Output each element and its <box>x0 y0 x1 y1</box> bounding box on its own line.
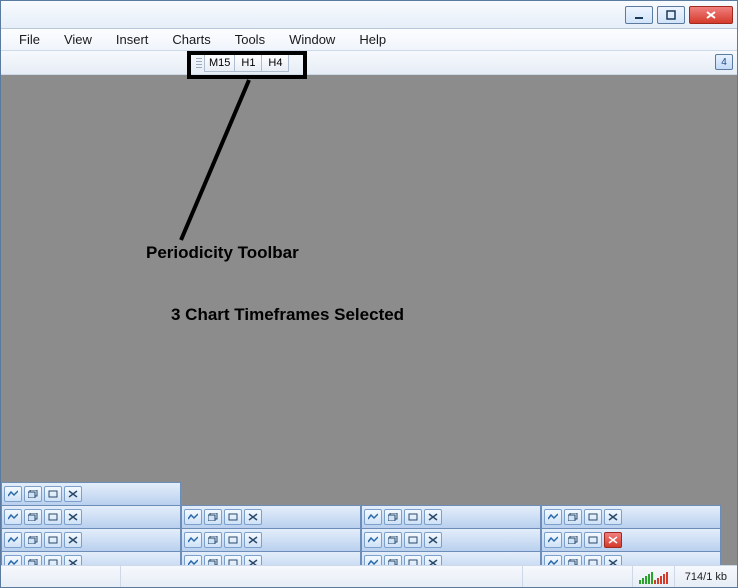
maximize-icon[interactable] <box>584 509 602 525</box>
mdi-tab[interactable] <box>1 551 181 565</box>
chart-count-badge[interactable]: 4 <box>715 54 733 70</box>
timeframe-m15[interactable]: M15 <box>204 54 235 72</box>
chart-icon <box>544 532 562 548</box>
maximize-icon[interactable] <box>44 532 62 548</box>
status-segment <box>523 566 633 587</box>
menu-charts[interactable]: Charts <box>160 30 222 49</box>
close-icon[interactable] <box>64 555 82 565</box>
mdi-tab-active[interactable] <box>541 528 721 552</box>
maximize-icon[interactable] <box>44 555 62 565</box>
maximize-icon[interactable] <box>44 486 62 502</box>
toolbar-grip-icon[interactable] <box>195 54 203 72</box>
menu-view[interactable]: View <box>52 30 104 49</box>
mdi-tab[interactable] <box>361 551 541 565</box>
menu-insert[interactable]: Insert <box>104 30 161 49</box>
close-button[interactable] <box>689 6 733 24</box>
maximize-icon[interactable] <box>224 509 242 525</box>
mdi-tab[interactable] <box>1 505 181 529</box>
chart-icon <box>4 509 22 525</box>
menu-file[interactable]: File <box>7 30 52 49</box>
chart-icon <box>544 555 562 565</box>
timeframe-h1[interactable]: H1 <box>234 54 262 72</box>
mdi-tab[interactable] <box>361 505 541 529</box>
maximize-icon[interactable] <box>404 509 422 525</box>
chart-icon <box>184 509 202 525</box>
mdi-tab[interactable] <box>1 528 181 552</box>
restore-icon[interactable] <box>384 532 402 548</box>
mdi-tab[interactable] <box>181 505 361 529</box>
maximize-icon[interactable] <box>584 555 602 565</box>
close-icon[interactable] <box>64 509 82 525</box>
restore-icon[interactable] <box>204 555 222 565</box>
restore-icon[interactable] <box>384 555 402 565</box>
close-icon[interactable] <box>244 555 262 565</box>
status-segment <box>121 566 523 587</box>
mdi-minimized-area <box>1 482 737 565</box>
menubar: File View Insert Charts Tools Window Hel… <box>1 29 737 51</box>
restore-icon[interactable] <box>384 509 402 525</box>
app-window: File View Insert Charts Tools Window Hel… <box>0 0 738 588</box>
close-icon[interactable] <box>64 486 82 502</box>
close-icon[interactable] <box>424 532 442 548</box>
mdi-tab[interactable] <box>541 551 721 565</box>
close-icon[interactable] <box>604 509 622 525</box>
mdi-tab[interactable] <box>361 528 541 552</box>
annotation-label-1: Periodicity Toolbar <box>146 243 299 263</box>
close-icon[interactable] <box>424 555 442 565</box>
maximize-button[interactable] <box>657 6 685 24</box>
close-icon[interactable] <box>244 509 262 525</box>
maximize-icon[interactable] <box>584 532 602 548</box>
chart-icon <box>4 532 22 548</box>
maximize-icon[interactable] <box>224 532 242 548</box>
menu-window[interactable]: Window <box>277 30 347 49</box>
restore-icon[interactable] <box>564 532 582 548</box>
mdi-tab[interactable] <box>541 505 721 529</box>
close-icon[interactable] <box>604 555 622 565</box>
maximize-icon[interactable] <box>44 509 62 525</box>
maximize-icon[interactable] <box>404 532 422 548</box>
periodicity-toolbar: M15 H1 H4 <box>195 53 289 73</box>
restore-icon[interactable] <box>24 509 42 525</box>
signal-bars-icon <box>633 570 674 584</box>
timeframe-h4[interactable]: H4 <box>261 54 289 72</box>
statusbar: 714/1 kb <box>1 565 737 587</box>
chart-icon <box>4 555 22 565</box>
restore-icon[interactable] <box>24 486 42 502</box>
chart-icon <box>4 486 22 502</box>
restore-icon[interactable] <box>204 532 222 548</box>
status-network-text: 714/1 kb <box>675 571 737 583</box>
menu-help[interactable]: Help <box>347 30 398 49</box>
mdi-workspace: Periodicity Toolbar 3 Chart Timeframes S… <box>1 75 737 565</box>
minimize-button[interactable] <box>625 6 653 24</box>
maximize-icon[interactable] <box>404 555 422 565</box>
restore-icon[interactable] <box>24 555 42 565</box>
chart-icon <box>184 555 202 565</box>
mdi-tab[interactable] <box>181 551 361 565</box>
status-segment <box>1 566 121 587</box>
menu-tools[interactable]: Tools <box>223 30 277 49</box>
close-icon[interactable] <box>604 532 622 548</box>
close-icon[interactable] <box>64 532 82 548</box>
chart-icon <box>184 532 202 548</box>
restore-icon[interactable] <box>24 532 42 548</box>
titlebar <box>1 1 737 29</box>
annotation-label-2: 3 Chart Timeframes Selected <box>171 305 404 325</box>
maximize-icon[interactable] <box>224 555 242 565</box>
close-icon[interactable] <box>244 532 262 548</box>
chart-icon <box>544 509 562 525</box>
restore-icon[interactable] <box>204 509 222 525</box>
chart-icon <box>364 555 382 565</box>
chart-icon <box>364 532 382 548</box>
chart-icon <box>364 509 382 525</box>
mdi-tab[interactable] <box>1 482 181 506</box>
mdi-tab[interactable] <box>181 528 361 552</box>
connection-indicator <box>633 566 675 587</box>
restore-icon[interactable] <box>564 555 582 565</box>
close-icon[interactable] <box>424 509 442 525</box>
toolbar-row: M15 H1 H4 4 <box>1 51 737 75</box>
restore-icon[interactable] <box>564 509 582 525</box>
